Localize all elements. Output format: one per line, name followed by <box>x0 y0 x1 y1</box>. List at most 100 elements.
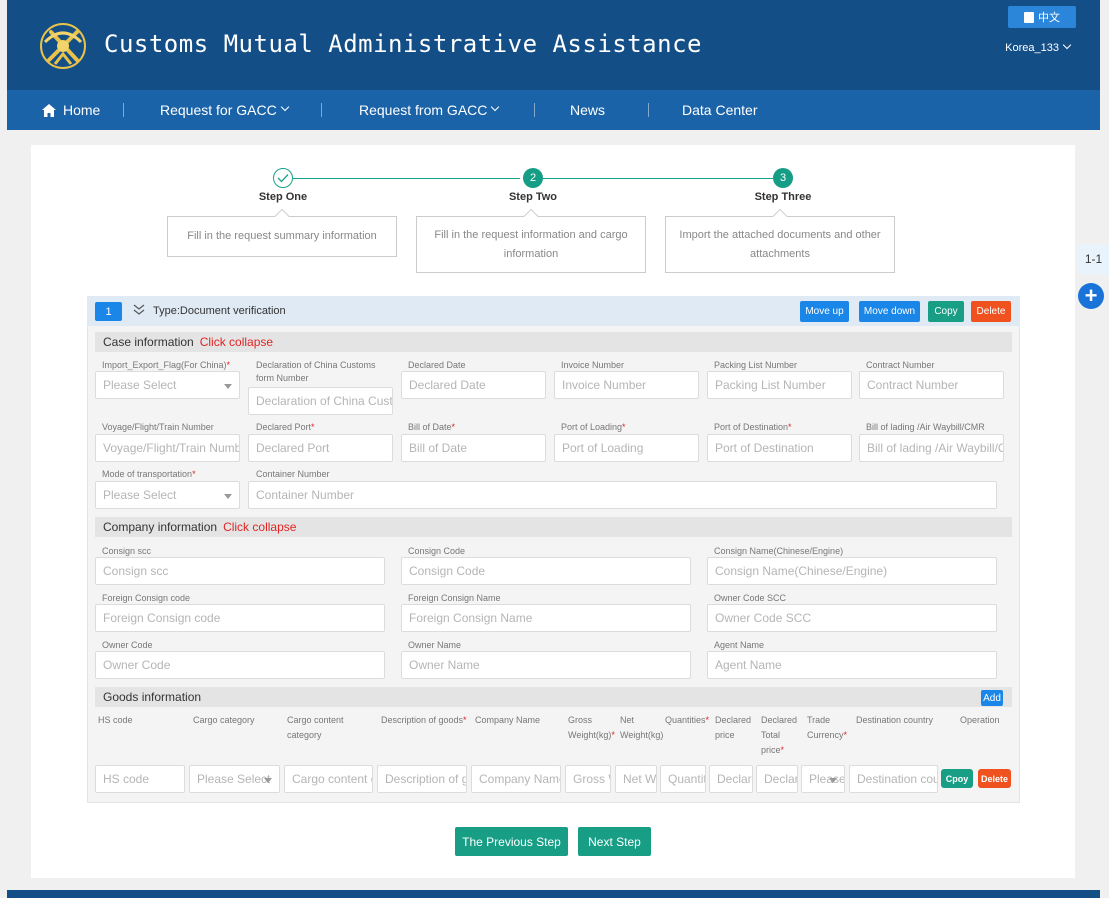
port-of-loading-input[interactable]: Port of Loading <box>554 434 699 462</box>
packing-list-input[interactable]: Packing List Number <box>707 371 852 399</box>
nav-request-from-gacc[interactable]: Request from GACC <box>359 90 500 130</box>
step-one-indicator <box>273 168 293 188</box>
description-input[interactable]: Description of goods <box>377 765 467 793</box>
column-header-text: Declared Total price <box>761 715 798 755</box>
nav-home-label: Home <box>63 102 101 118</box>
foreign-consign-name-input[interactable]: Foreign Consign Name <box>401 604 691 632</box>
company-name-input[interactable]: Company Name <box>471 765 561 793</box>
declared-total-input[interactable]: Declared Total <box>756 765 798 793</box>
language-switch-button[interactable]: 中文 <box>1008 6 1076 28</box>
owner-name-input[interactable]: Owner Name <box>401 651 691 679</box>
trade-currency-select[interactable]: Please <box>801 765 845 793</box>
chevron-down-icon <box>280 102 289 112</box>
section-title: Company information <box>103 520 218 534</box>
cargo-category-select[interactable]: Please Select <box>189 765 280 793</box>
step-two-description-text: Fill in the request information and carg… <box>434 228 628 260</box>
next-step-button[interactable]: Next Step <box>578 827 651 856</box>
required-marker: * <box>226 360 231 370</box>
net-weight-input[interactable]: Net Weight <box>615 765 657 793</box>
nav-divider <box>321 103 322 117</box>
step-three-label: Step Three <box>754 191 812 203</box>
collapse-link[interactable]: Click collapse <box>200 335 273 349</box>
step-one-description: Fill in the request summary information <box>167 216 397 257</box>
site-header: Customs Mutual Administrative Assistance… <box>7 0 1100 90</box>
field-label-text: Port of Destination <box>714 422 789 432</box>
field-label: Bill of lading /Air Waybill/CMR <box>866 422 985 432</box>
add-goods-button[interactable]: Add <box>981 690 1003 706</box>
voyage-number-input[interactable]: Voyage/Flight/Train Number <box>95 434 240 462</box>
column-header: Net Weight(kg) <box>620 715 664 740</box>
field-label: Port of Destination* <box>714 421 792 434</box>
nav-news-label: News <box>570 102 606 118</box>
step-two-description: Fill in the request information and carg… <box>416 216 646 273</box>
consign-scc-input[interactable]: Consign scc <box>95 557 385 585</box>
nav-news[interactable]: News <box>570 90 605 130</box>
nav-home[interactable]: Home <box>42 90 100 130</box>
company-information-section: Company information Click collapse <box>95 517 1012 537</box>
field-label: Declared Port* <box>256 421 315 434</box>
nav-divider <box>648 103 649 117</box>
nav-divider <box>123 103 124 117</box>
container-number-input[interactable]: Container Number <box>248 481 997 509</box>
mode-of-transport-select[interactable]: Please Select <box>95 481 240 509</box>
delete-goods-button[interactable]: Delete <box>978 769 1011 788</box>
collapse-link[interactable]: Click collapse <box>223 520 296 534</box>
section-title: Goods information <box>103 690 202 704</box>
field-label: Declaration of China Customs form Number <box>256 360 376 383</box>
chevron-down-icon <box>1062 40 1072 50</box>
column-header-text: Description of goods <box>381 715 464 725</box>
owner-code-input[interactable]: Owner Code <box>95 651 385 679</box>
delete-button[interactable]: Delete <box>971 301 1011 322</box>
field-label: Bill of Date* <box>408 421 455 434</box>
gross-weight-input[interactable]: Gross Weight <box>565 765 611 793</box>
previous-step-button[interactable]: The Previous Step <box>455 827 568 856</box>
required-marker: * <box>622 422 626 432</box>
declaration-form-input[interactable]: Declaration of China Customs <box>248 387 393 415</box>
owner-code-scc-input[interactable]: Owner Code SCC <box>707 604 997 632</box>
declared-price-input[interactable]: Declared price <box>709 765 753 793</box>
foreign-consign-code-input[interactable]: Foreign Consign code <box>95 604 385 632</box>
page-indicator: 1-1 <box>1078 244 1109 274</box>
invoice-number-input[interactable]: Invoice Number <box>554 371 699 399</box>
request-type-label: Type:Document verification <box>153 305 286 317</box>
column-header: Company Name <box>475 715 541 725</box>
hs-code-input[interactable]: HS code <box>95 765 185 793</box>
add-request-button[interactable]: + <box>1078 283 1104 309</box>
declared-date-input[interactable]: Declared Date <box>401 371 546 399</box>
bill-of-date-input[interactable]: Bill of Date <box>401 434 546 462</box>
declared-port-input[interactable]: Declared Port <box>248 434 393 462</box>
nav-request-for-gacc[interactable]: Request for GACC <box>160 90 289 130</box>
copy-goods-button[interactable]: Cpoy <box>941 769 973 788</box>
column-header-text: Quantities <box>665 715 706 725</box>
nav-data-center-label: Data Center <box>682 102 758 118</box>
bill-of-lading-input[interactable]: Bill of lading /Air Waybill/CMR <box>859 434 1004 462</box>
contract-number-input[interactable]: Contract Number <box>859 371 1004 399</box>
required-marker: * <box>192 469 196 479</box>
import-export-flag-select[interactable]: Please Select <box>95 371 240 399</box>
cargo-content-input[interactable]: Cargo content category <box>284 765 373 793</box>
agent-name-input[interactable]: Agent Name <box>707 651 997 679</box>
user-menu[interactable]: Korea_133 <box>1005 40 1072 54</box>
document-icon <box>1024 11 1034 23</box>
main-nav: Home Request for GACC Request from GACC … <box>7 90 1100 130</box>
nav-data-center[interactable]: Data Center <box>682 90 757 130</box>
collapse-chevron-icon[interactable] <box>133 304 145 316</box>
chevron-down-icon <box>491 102 500 112</box>
move-up-button[interactable]: Move up <box>800 301 849 322</box>
copy-button[interactable]: Copy <box>928 301 964 322</box>
move-down-button[interactable]: Move down <box>859 301 920 322</box>
step-two-label: Step Two <box>508 191 558 203</box>
field-label: Port of Loading* <box>561 421 626 434</box>
step-two-indicator: 2 <box>523 168 543 188</box>
port-of-destination-input[interactable]: Port of Destination <box>707 434 852 462</box>
step-one-label: Step One <box>258 191 308 203</box>
column-header: HS code <box>98 715 133 725</box>
field-label-text: Mode of transportation <box>102 469 193 479</box>
consign-name-input[interactable]: Consign Name(Chinese/Engine) <box>707 557 997 585</box>
destination-country-input[interactable]: Destination country <box>849 765 938 793</box>
consign-code-input[interactable]: Consign Code <box>401 557 691 585</box>
quantities-input[interactable]: Quantities <box>660 765 706 793</box>
footer-bar <box>7 890 1100 898</box>
field-label: Voyage/Flight/Train Number <box>102 422 214 432</box>
nav-divider <box>534 103 535 117</box>
